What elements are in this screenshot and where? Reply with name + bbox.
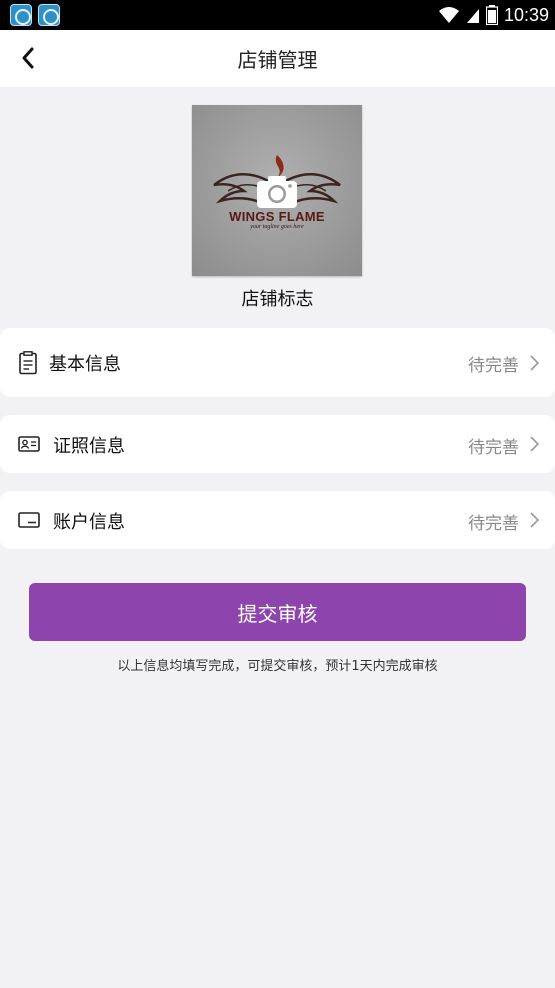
document-icon <box>16 351 40 375</box>
wifi-icon <box>438 7 459 23</box>
section-label: 账户信息 <box>53 512 125 533</box>
header: 店铺管理 <box>0 30 555 87</box>
battery-icon <box>485 5 498 25</box>
app-icon <box>10 4 32 26</box>
submit-review-button[interactable]: 提交审核 <box>29 583 526 641</box>
status-time: 10:39 <box>503 4 549 25</box>
store-logo-upload[interactable]: WINGS FLAME your tagline goes here <box>192 105 362 276</box>
status-bar: 10:39 <box>0 0 555 30</box>
status-indicators: 10:39 <box>438 0 549 30</box>
brand-tagline: your tagline goes here <box>250 224 304 230</box>
chevron-left-icon <box>22 47 34 69</box>
section-label: 证照信息 <box>53 436 125 457</box>
chevron-right-icon <box>530 512 540 528</box>
app-icon <box>38 4 60 26</box>
brand-text: WINGS FLAME <box>229 209 325 224</box>
card-icon <box>17 508 41 532</box>
signal-icon <box>466 9 479 23</box>
chevron-right-icon <box>530 436 540 452</box>
logo-label: 店铺标志 <box>241 289 314 310</box>
section-basic-info[interactable]: 基本信息 待完善 <box>0 328 555 397</box>
camera-icon <box>257 176 297 208</box>
id-card-icon <box>17 432 41 456</box>
submit-hint: 以上信息均填写完成，可提交审核，预计1天内完成审核 <box>117 659 438 674</box>
section-account-info[interactable]: 账户信息 待完善 <box>0 491 555 549</box>
section-license-info[interactable]: 证照信息 待完善 <box>0 415 555 473</box>
back-button[interactable] <box>8 38 48 78</box>
section-status: 待完善 <box>468 514 519 534</box>
chevron-right-icon <box>530 355 540 371</box>
section-status: 待完善 <box>468 356 519 376</box>
page-title: 店铺管理 <box>237 48 318 72</box>
section-label: 基本信息 <box>49 354 121 375</box>
section-status: 待完善 <box>468 438 519 458</box>
